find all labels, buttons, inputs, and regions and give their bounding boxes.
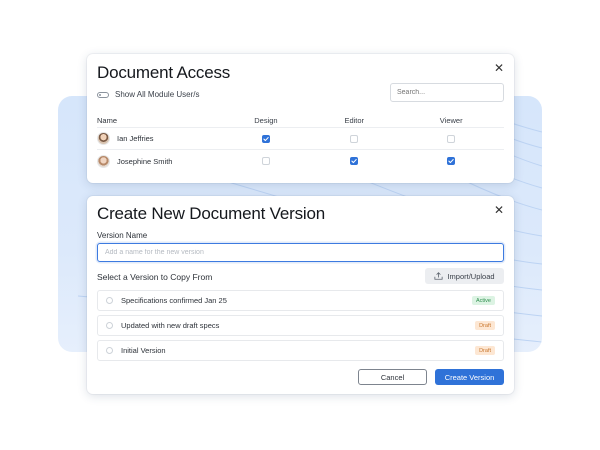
column-header-name: Name (97, 115, 118, 125)
viewer-checkbox[interactable] (447, 134, 456, 143)
check-icon (448, 159, 454, 164)
search-input[interactable] (390, 83, 504, 102)
close-icon[interactable]: ✕ (492, 61, 506, 75)
upload-icon (434, 272, 443, 280)
copy-from-label: Select a Version to Copy From (97, 272, 213, 282)
toggle-switch[interactable] (97, 91, 109, 98)
check-icon (351, 159, 357, 164)
version-name-label: Version Name (97, 231, 148, 240)
status-badge: Draft (475, 321, 495, 330)
avatar (97, 154, 110, 168)
list-item[interactable]: Specifications confirmed Jan 25 Active (97, 290, 504, 311)
column-header-design: Design (254, 115, 278, 125)
version-label: Updated with new draft specs (121, 321, 220, 330)
version-label: Initial Version (121, 346, 166, 355)
check-icon (263, 136, 269, 141)
version-radio[interactable] (106, 322, 113, 329)
version-radio[interactable] (106, 347, 113, 354)
editor-checkbox[interactable] (350, 157, 359, 165)
close-icon[interactable]: ✕ (492, 203, 506, 217)
version-radio[interactable] (106, 297, 113, 304)
toggle-label: Show All Module User/s (115, 90, 200, 99)
design-cell (222, 157, 310, 165)
list-item[interactable]: Updated with new draft specs Draft (97, 315, 504, 336)
user-name: Ian Jeffries (117, 134, 154, 143)
user-cell: Josephine Smith (97, 154, 222, 168)
design-checkbox[interactable] (261, 157, 270, 165)
table-header: Name Design Editor Viewer (97, 113, 504, 128)
version-label: Specifications confirmed Jan 25 (121, 296, 227, 305)
editor-checkbox[interactable] (350, 134, 359, 143)
dialog-title: Document Access (97, 63, 231, 82)
status-badge: Active (472, 296, 495, 305)
create-version-dialog: Create New Document Version ✕ Version Na… (87, 196, 514, 394)
table-row: Ian Jeffries (97, 128, 504, 150)
viewer-checkbox[interactable] (447, 157, 456, 165)
import-upload-label: Import/Upload (447, 271, 495, 281)
version-list: Specifications confirmed Jan 25 Active U… (97, 290, 504, 365)
viewer-cell (398, 157, 504, 165)
avatar (97, 132, 110, 145)
cancel-button[interactable]: Cancel (358, 369, 427, 385)
version-name-input[interactable] (97, 243, 504, 262)
design-checkbox[interactable] (261, 134, 270, 143)
user-cell: Ian Jeffries (97, 132, 222, 145)
status-badge: Draft (475, 346, 495, 355)
design-cell (222, 134, 310, 143)
list-item[interactable]: Initial Version Draft (97, 340, 504, 361)
access-table: Name Design Editor Viewer Ian Jeffries J… (97, 113, 504, 172)
viewer-cell (398, 134, 504, 143)
column-header-viewer: Viewer (439, 115, 463, 125)
table-row: Josephine Smith (97, 150, 504, 172)
editor-cell (310, 134, 398, 143)
user-name: Josephine Smith (117, 156, 173, 166)
show-all-users-toggle-row[interactable]: Show All Module User/s (97, 90, 199, 99)
dialog-title: Create New Document Version (97, 204, 325, 223)
document-access-dialog: Document Access ✕ Show All Module User/s… (87, 54, 514, 183)
import-upload-button[interactable]: Import/Upload (425, 268, 504, 284)
column-header-editor: Editor (344, 115, 365, 125)
editor-cell (310, 157, 398, 165)
create-version-button[interactable]: Create Version (435, 369, 504, 385)
